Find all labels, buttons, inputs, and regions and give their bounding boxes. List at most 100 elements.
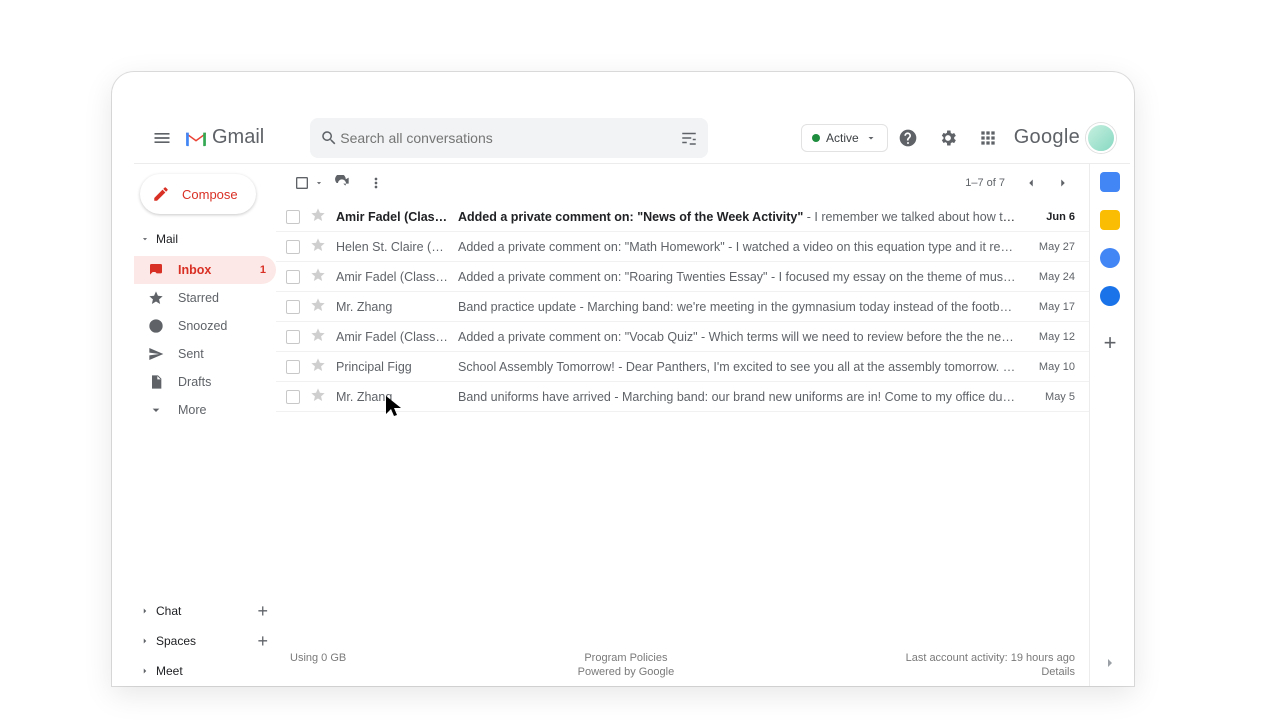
nav-sent[interactable]: Sent	[134, 340, 276, 368]
row-star[interactable]	[310, 237, 326, 256]
row-snippet: - I watched a video on this equation typ…	[725, 240, 1017, 254]
page-range: 1–7 of 7	[965, 177, 1005, 189]
program-policies-link[interactable]: Program Policies	[584, 652, 667, 664]
row-checkbox[interactable]	[286, 240, 300, 254]
product-name: Gmail	[212, 126, 264, 149]
tasks-app-icon[interactable]	[1100, 248, 1120, 268]
calendar-app-icon[interactable]	[1100, 172, 1120, 192]
chevron-down-icon	[148, 402, 164, 418]
inbox-icon	[148, 262, 164, 278]
star-outline-icon	[310, 387, 326, 403]
row-subject: Added a private comment on: "News of the…	[458, 210, 803, 224]
inbox-unread-count: 1	[260, 264, 266, 276]
nav-drafts-label: Drafts	[178, 375, 266, 389]
section-spaces[interactable]: Spaces +	[134, 626, 276, 656]
nav-starred-label: Starred	[178, 291, 266, 305]
account-avatar[interactable]	[1086, 123, 1116, 153]
compose-button[interactable]: Compose	[140, 174, 256, 214]
help-button[interactable]	[888, 118, 928, 158]
nav-sent-label: Sent	[178, 347, 266, 361]
row-star[interactable]	[310, 357, 326, 376]
email-row[interactable]: Mr. ZhangBand practice update - Marching…	[276, 292, 1089, 322]
section-chat[interactable]: Chat +	[134, 596, 276, 626]
row-checkbox[interactable]	[286, 390, 300, 404]
section-meet[interactable]: Meet	[134, 656, 276, 686]
row-text: Added a private comment on: "Math Homewo…	[458, 240, 1017, 254]
search-input[interactable]	[338, 129, 680, 147]
more-vert-icon	[368, 175, 384, 191]
row-sender: Principal Figg	[336, 360, 448, 374]
row-checkbox[interactable]	[286, 210, 300, 224]
row-checkbox[interactable]	[286, 300, 300, 314]
chat-add-button[interactable]: +	[257, 602, 268, 620]
row-star[interactable]	[310, 207, 326, 226]
chevron-right-icon	[1056, 176, 1070, 190]
activity-text: Last account activity: 19 hours ago	[906, 652, 1075, 664]
row-star[interactable]	[310, 297, 326, 316]
compose-label: Compose	[182, 187, 238, 202]
status-chip[interactable]: Active	[801, 124, 888, 152]
nav-snoozed-label: Snoozed	[178, 319, 266, 333]
folder-list: Inbox 1 Starred Snoozed Sent Draft	[134, 256, 276, 424]
refresh-icon	[334, 175, 350, 191]
nav-inbox[interactable]: Inbox 1	[134, 256, 276, 284]
add-app-button[interactable]: +	[1104, 330, 1117, 356]
row-star[interactable]	[310, 387, 326, 406]
apps-button[interactable]	[968, 118, 1008, 158]
row-subject: Added a private comment on: "Math Homewo…	[458, 240, 725, 254]
keep-app-icon[interactable]	[1100, 210, 1120, 230]
tune-icon[interactable]	[680, 129, 698, 147]
nav-more-label: More	[178, 403, 266, 417]
section-mail-label: Mail	[156, 232, 178, 246]
content: 1–7 of 7 Amir Fadel (Classroom)Added a p…	[276, 164, 1090, 686]
row-date: May 5	[1027, 391, 1075, 403]
laptop-frame: Gmail Active Google Compose	[112, 72, 1134, 686]
gmail-logo[interactable]: Gmail	[184, 126, 264, 149]
email-row[interactable]: Helen St. Claire (Classroom)Added a priv…	[276, 232, 1089, 262]
row-text: Added a private comment on: "Roaring Twe…	[458, 270, 1017, 284]
send-icon	[148, 346, 164, 362]
more-actions-button[interactable]	[360, 167, 392, 199]
row-text: Band uniforms have arrived - Marching ba…	[458, 390, 1017, 404]
nav-drafts[interactable]: Drafts	[134, 368, 276, 396]
pager	[1015, 167, 1079, 199]
nav-starred[interactable]: Starred	[134, 284, 276, 312]
row-text: Added a private comment on: "News of the…	[458, 210, 1017, 224]
spaces-add-button[interactable]: +	[257, 632, 268, 650]
main: Compose Mail Inbox 1 Starred Snoozed	[134, 164, 1130, 686]
section-mail[interactable]: Mail	[134, 228, 276, 250]
email-row[interactable]: Principal FiggSchool Assembly Tomorrow! …	[276, 352, 1089, 382]
row-checkbox[interactable]	[286, 330, 300, 344]
chevron-down-icon[interactable]	[314, 178, 324, 188]
row-checkbox[interactable]	[286, 360, 300, 374]
checkbox-icon	[294, 175, 310, 191]
contacts-app-icon[interactable]	[1100, 286, 1120, 306]
pencil-icon	[152, 185, 170, 203]
row-star[interactable]	[310, 267, 326, 286]
file-icon	[148, 374, 164, 390]
star-outline-icon	[310, 357, 326, 373]
footer-center: Program Policies Powered by Google	[578, 652, 675, 678]
email-row[interactable]: Mr. ZhangBand uniforms have arrived - Ma…	[276, 382, 1089, 412]
collapse-panel-button[interactable]	[1102, 655, 1118, 674]
settings-button[interactable]	[928, 118, 968, 158]
nav-snoozed[interactable]: Snoozed	[134, 312, 276, 340]
menu-icon	[152, 128, 172, 148]
nav-more[interactable]: More	[134, 396, 276, 424]
search-bar[interactable]	[310, 118, 708, 158]
page-next-button[interactable]	[1047, 167, 1079, 199]
row-checkbox[interactable]	[286, 270, 300, 284]
row-date: May 24	[1027, 271, 1075, 283]
email-row[interactable]: Amir Fadel (Classroom)Added a private co…	[276, 202, 1089, 232]
details-link[interactable]: Details	[1041, 666, 1075, 678]
row-star[interactable]	[310, 327, 326, 346]
section-meet-label: Meet	[156, 664, 183, 678]
email-row[interactable]: Amir Fadel (Classroom)Added a private co…	[276, 322, 1089, 352]
row-date: May 17	[1027, 301, 1075, 313]
email-row[interactable]: Amir Fadel (Classroom)Added a private co…	[276, 262, 1089, 292]
menu-button[interactable]	[142, 118, 182, 158]
row-sender: Amir Fadel (Classroom)	[336, 330, 448, 344]
page-prev-button[interactable]	[1015, 167, 1047, 199]
footer-right: Last account activity: 19 hours ago Deta…	[906, 652, 1075, 678]
refresh-button[interactable]	[326, 167, 358, 199]
